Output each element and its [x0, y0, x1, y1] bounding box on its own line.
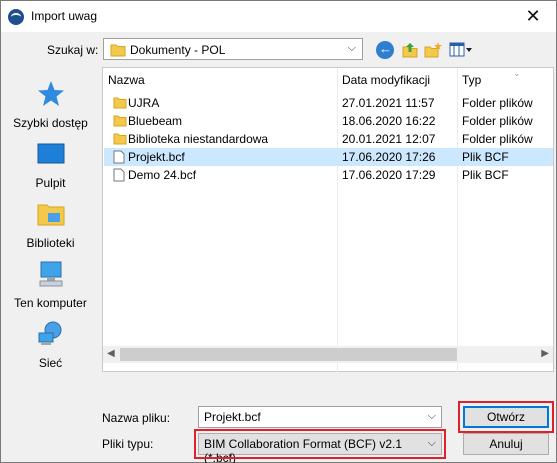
- file-type: Folder plików: [462, 96, 533, 110]
- folder-icon: [113, 115, 127, 127]
- filetype-highlight-box: [194, 429, 446, 459]
- look-in-label: Szukaj w:: [47, 43, 99, 57]
- import-dialog: Import uwag ✕ Szukaj w: Dokumenty - POL …: [0, 0, 557, 463]
- file-name: UJRA: [128, 96, 160, 110]
- scrollbar-thumb[interactable]: [120, 348, 457, 361]
- horizontal-scrollbar[interactable]: ◀ ▶: [103, 346, 553, 363]
- computer-icon: [39, 261, 62, 287]
- title-bar: Import uwag ✕: [1, 1, 556, 32]
- file-type: Plik BCF: [462, 150, 509, 164]
- desktop-icon: [37, 143, 64, 164]
- folder-icon: [113, 97, 127, 109]
- list-item[interactable]: UJRA 27.01.2021 11:57 Folder plików: [104, 94, 553, 112]
- column-header-type[interactable]: Typ: [462, 68, 481, 92]
- chevron-down-icon[interactable]: ⌵: [348, 42, 356, 55]
- filename-input[interactable]: Projekt.bcf ⌵: [198, 406, 442, 428]
- new-folder-icon[interactable]: [424, 41, 442, 59]
- list-item[interactable]: Demo 24.bcf 17.06.2020 17:29 Plik BCF: [104, 166, 553, 184]
- filetype-label: Pliki typu:: [102, 437, 154, 451]
- view-menu-icon[interactable]: [449, 41, 473, 59]
- list-item[interactable]: Biblioteka niestandardowa 20.01.2021 12:…: [104, 130, 553, 148]
- window-title: Import uwag: [31, 9, 98, 23]
- look-in-combobox[interactable]: Dokumenty - POL ⌵: [103, 38, 363, 60]
- sidebar-item-label: Pulpit: [35, 176, 66, 190]
- chevron-down-icon[interactable]: ⌵: [428, 410, 436, 423]
- sidebar-item-label: Szybki dostęp: [13, 116, 88, 130]
- file-type: Folder plików: [462, 132, 533, 146]
- app-logo-icon: [8, 9, 24, 25]
- file-type: Plik BCF: [462, 168, 509, 182]
- filename-label: Nazwa pliku:: [102, 411, 171, 425]
- libraries-icon: [37, 204, 64, 226]
- sidebar-item-libraries[interactable]: Biblioteki: [7, 195, 94, 251]
- list-item[interactable]: Bluebeam 18.06.2020 16:22 Folder plików: [104, 112, 553, 130]
- sidebar-item-label: Biblioteki: [26, 236, 75, 250]
- file-date: 17.06.2020 17:29: [342, 168, 436, 182]
- file-name: Projekt.bcf: [128, 150, 185, 164]
- file-date: 20.01.2021 12:07: [342, 132, 436, 146]
- sidebar-item-network[interactable]: Sieć: [7, 315, 94, 371]
- sidebar-item-label: Sieć: [38, 356, 63, 370]
- file-icon: [113, 150, 125, 164]
- file-list[interactable]: Nazwa Data modyfikacji Typ ⌄ UJRA 27.01.…: [102, 67, 554, 372]
- column-header-date[interactable]: Data modyfikacji: [342, 68, 430, 92]
- open-highlight-box: [458, 401, 554, 433]
- column-header-name[interactable]: Nazwa: [108, 68, 145, 92]
- filename-value: Projekt.bcf: [204, 410, 261, 424]
- star-icon: [37, 81, 64, 106]
- places-sidebar: Szybki dostęp Pulpit Biblioteki Ten komp…: [7, 67, 94, 377]
- sort-indicator-icon: ⌄: [513, 68, 521, 78]
- up-folder-icon[interactable]: [401, 41, 419, 59]
- file-name: Bluebeam: [128, 114, 183, 128]
- file-date: 18.06.2020 16:22: [342, 114, 436, 128]
- file-date: 27.01.2021 11:57: [342, 96, 435, 110]
- back-arrow-icon[interactable]: [376, 41, 394, 59]
- close-button[interactable]: ✕: [510, 1, 556, 32]
- sidebar-item-desktop[interactable]: Pulpit: [7, 135, 94, 191]
- folder-icon: [110, 44, 126, 57]
- look-in-value: Dokumenty - POL: [130, 43, 226, 57]
- file-icon: [113, 168, 125, 182]
- cancel-button[interactable]: Anuluj: [463, 433, 549, 455]
- scroll-left-icon[interactable]: ◀: [107, 348, 115, 359]
- sidebar-item-this-pc[interactable]: Ten komputer: [7, 255, 94, 311]
- sidebar-item-label: Ten komputer: [14, 296, 87, 310]
- network-icon: [38, 321, 61, 345]
- file-date: 17.06.2020 17:26: [342, 150, 436, 164]
- list-item-selected[interactable]: Projekt.bcf 17.06.2020 17:26 Plik BCF: [104, 148, 553, 166]
- file-name: Demo 24.bcf: [128, 168, 197, 182]
- folder-icon: [113, 133, 127, 145]
- file-type: Folder plików: [462, 114, 533, 128]
- file-name: Biblioteka niestandardowa: [128, 132, 269, 146]
- scroll-right-icon[interactable]: ▶: [541, 348, 549, 359]
- sidebar-item-quick-access[interactable]: Szybki dostęp: [7, 75, 94, 131]
